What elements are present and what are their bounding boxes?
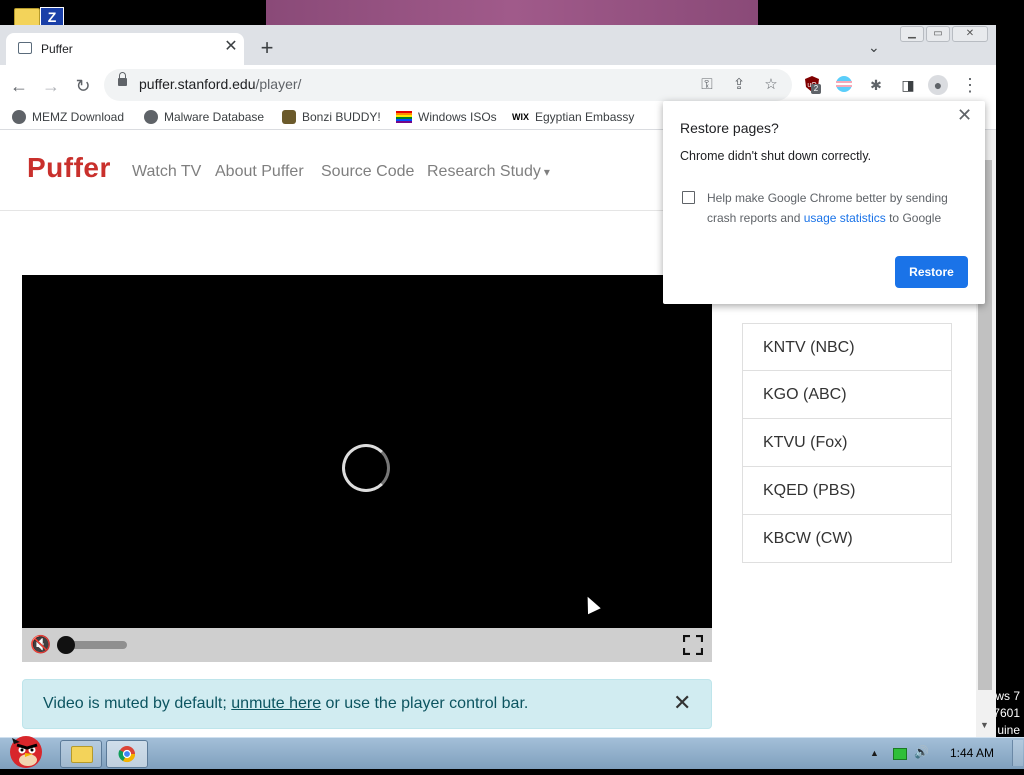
tab-close-icon[interactable]: ✕ bbox=[222, 38, 240, 56]
browser-toolbar: ← → ↻ puffer.stanford.edu/player/ ⚿ ⇪ ☆ … bbox=[0, 65, 996, 105]
muted-alert: Video is muted by default; unmute here o… bbox=[22, 679, 712, 729]
restore-button[interactable]: Restore bbox=[895, 256, 968, 288]
address-bar[interactable]: puffer.stanford.edu/player/ ⚿ ⇪ ☆ bbox=[104, 69, 792, 101]
dropdown-caret-icon: ▾ bbox=[543, 165, 550, 179]
minimize-button[interactable]: ▁ bbox=[900, 26, 924, 42]
ublock-badge: 2 bbox=[811, 84, 821, 94]
nav-watch-tv[interactable]: Watch TV bbox=[132, 163, 201, 181]
channel-ktvu[interactable]: KTVU (Fox) bbox=[742, 419, 952, 467]
channel-kgo[interactable]: KGO (ABC) bbox=[742, 371, 952, 419]
trans-flag-extension-icon[interactable] bbox=[834, 75, 854, 95]
channel-kbcw[interactable]: KBCW (CW) bbox=[742, 515, 952, 563]
globe-icon bbox=[12, 110, 26, 124]
bookmark-egyptian-embassy[interactable]: WIX Egyptian Embassy bbox=[512, 109, 634, 125]
bookmark-label: Bonzi BUDDY! bbox=[302, 110, 381, 124]
dialog-close-icon[interactable]: ✕ bbox=[957, 105, 972, 126]
reload-button[interactable]: ↻ bbox=[72, 75, 94, 97]
windows-taskbar: ▲ 🔊 1:44 AM bbox=[0, 736, 1024, 769]
restore-pages-dialog: Restore pages? ✕ Chrome didn't shut down… bbox=[663, 101, 985, 304]
nav-research-label: Research Study bbox=[427, 163, 541, 180]
bookmark-malware-db[interactable]: Malware Database bbox=[144, 109, 264, 125]
tray-expand-icon[interactable]: ▲ bbox=[870, 748, 879, 758]
desktop-z-app-icon[interactable]: Z bbox=[40, 7, 64, 27]
extensions-puzzle-icon[interactable]: ✱ bbox=[866, 75, 886, 95]
channel-kqed[interactable]: KQED (PBS) bbox=[742, 467, 952, 515]
bonzi-icon bbox=[282, 110, 296, 124]
bookmark-label: Windows ISOs bbox=[418, 110, 497, 124]
wix-icon: WIX bbox=[512, 112, 529, 122]
channel-list: KNTV (NBC) KGO (ABC) KTVU (Fox) KQED (PB… bbox=[742, 323, 952, 563]
ublock-extension-icon[interactable]: uO 2 bbox=[802, 75, 822, 95]
help-suffix: to Google bbox=[885, 211, 942, 225]
url-host: puffer.stanford.edu bbox=[139, 76, 256, 92]
alert-message: Video is muted by default; unmute here o… bbox=[43, 695, 528, 713]
folder-icon bbox=[71, 746, 93, 763]
fullscreen-icon[interactable] bbox=[682, 634, 704, 656]
watermark-line: 7601 bbox=[993, 706, 1020, 720]
chrome-icon bbox=[118, 746, 136, 763]
dialog-title: Restore pages? bbox=[680, 120, 779, 136]
tab-puffer[interactable]: Puffer ✕ bbox=[6, 33, 244, 65]
dialog-message: Chrome didn't shut down correctly. bbox=[680, 149, 872, 163]
puffer-logo[interactable]: Puffer bbox=[27, 152, 111, 184]
crash-report-checkbox[interactable] bbox=[682, 191, 695, 204]
back-button[interactable]: ← bbox=[8, 75, 30, 97]
channel-kntv[interactable]: KNTV (NBC) bbox=[742, 323, 952, 371]
tab-strip: Puffer ✕ + ⌄ ▁ ▭ ✕ bbox=[0, 25, 996, 65]
desktop-wallpaper-fragment bbox=[266, 0, 758, 25]
bookmark-star-icon[interactable]: ☆ bbox=[761, 75, 781, 95]
side-panel-icon[interactable]: ◨ bbox=[898, 75, 918, 95]
volume-slider-handle[interactable] bbox=[57, 636, 75, 654]
crash-report-label: Help make Google Chrome better by sendin… bbox=[707, 188, 967, 228]
url-path: /player/ bbox=[255, 76, 302, 92]
bookmark-bonzi[interactable]: Bonzi BUDDY! bbox=[282, 109, 381, 125]
video-player[interactable] bbox=[22, 275, 712, 628]
loading-spinner-icon bbox=[342, 444, 390, 492]
key-icon[interactable]: ⚿ bbox=[697, 75, 717, 95]
watermark-line: ws 7 bbox=[995, 689, 1020, 703]
tab-title: Puffer bbox=[41, 42, 73, 56]
volume-icon[interactable]: 🔊 bbox=[914, 745, 929, 759]
taskbar-clock[interactable]: 1:44 AM bbox=[950, 746, 994, 760]
tv-favicon-icon bbox=[18, 42, 32, 54]
scroll-down-arrow-icon[interactable]: ▼ bbox=[980, 720, 989, 730]
show-desktop-button[interactable] bbox=[1012, 740, 1023, 766]
bookmark-label: MEMZ Download bbox=[32, 110, 125, 124]
nav-about-puffer[interactable]: About Puffer bbox=[215, 163, 304, 181]
nav-research-study[interactable]: Research Study ▾ bbox=[427, 163, 550, 181]
close-window-button[interactable]: ✕ bbox=[952, 26, 988, 42]
alert-suffix: or use the player control bar. bbox=[321, 695, 529, 712]
bookmark-label: Malware Database bbox=[164, 110, 265, 124]
bookmark-memz[interactable]: MEMZ Download bbox=[12, 109, 124, 125]
usage-statistics-link[interactable]: usage statistics bbox=[804, 211, 886, 225]
forward-button[interactable]: → bbox=[40, 75, 62, 97]
taskbar-explorer-button[interactable] bbox=[60, 740, 102, 768]
network-icon[interactable] bbox=[893, 748, 907, 760]
profile-avatar-icon[interactable]: ● bbox=[928, 75, 948, 95]
taskbar-chrome-button[interactable] bbox=[106, 740, 148, 768]
start-button-angry-bird-icon[interactable] bbox=[2, 730, 52, 770]
chrome-menu-icon[interactable]: ⋮ bbox=[960, 75, 980, 95]
player-control-bar: 🔇 bbox=[22, 628, 712, 662]
mouse-cursor-icon bbox=[581, 593, 601, 615]
bookmark-label: Egyptian Embassy bbox=[535, 110, 635, 124]
muted-speaker-icon[interactable]: 🔇 bbox=[30, 635, 51, 655]
bookmark-windows-isos[interactable]: Windows ISOs bbox=[396, 109, 497, 125]
unmute-link[interactable]: unmute here bbox=[231, 695, 321, 712]
url-text[interactable]: puffer.stanford.edu/player/ bbox=[139, 76, 301, 92]
lock-icon[interactable] bbox=[118, 72, 127, 86]
new-tab-button[interactable]: + bbox=[257, 37, 277, 59]
globe-icon bbox=[144, 110, 158, 124]
rainbow-flag-icon bbox=[396, 111, 412, 123]
alert-close-icon[interactable]: ✕ bbox=[673, 692, 691, 714]
tab-search-chevron-icon[interactable]: ⌄ bbox=[868, 39, 886, 57]
windows-watermark: ws 7 7601 uine bbox=[993, 688, 1020, 739]
maximize-button[interactable]: ▭ bbox=[926, 26, 950, 42]
share-icon[interactable]: ⇪ bbox=[729, 75, 749, 95]
nav-source-code[interactable]: Source Code bbox=[321, 163, 414, 181]
alert-prefix: Video is muted by default; bbox=[43, 695, 232, 712]
